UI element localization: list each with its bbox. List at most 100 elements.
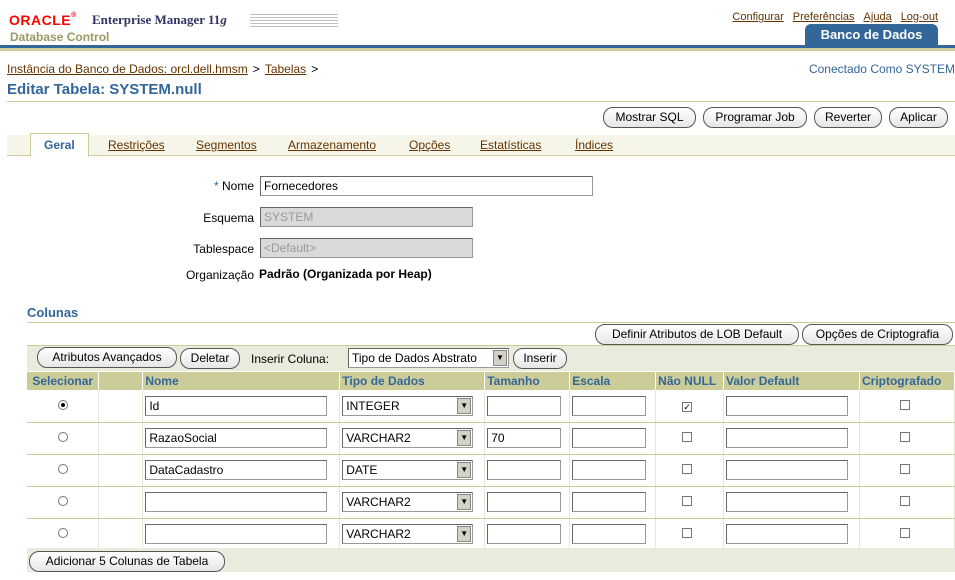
default-value-input[interactable] [726, 460, 849, 480]
encrypted-checkbox[interactable] [899, 432, 910, 442]
encryption-options-button[interactable]: Opções de Criptografia [802, 324, 953, 345]
not-null-cell [655, 486, 725, 519]
logout-link[interactable]: Log-out [901, 11, 938, 23]
col-default: Valor Default [723, 372, 860, 390]
default-cell [723, 390, 860, 423]
scale-cell [569, 518, 657, 551]
not-null-checkbox[interactable] [682, 432, 693, 442]
row-select-radio[interactable] [57, 464, 68, 474]
row-select-radio[interactable] [57, 432, 68, 442]
advanced-attributes-button[interactable]: Atributos Avançados [37, 347, 177, 368]
type-cell: DATE ▼ [339, 454, 486, 487]
encrypted-checkbox[interactable] [899, 464, 910, 474]
delete-button[interactable]: Deletar [180, 348, 240, 369]
datatype-select[interactable]: VARCHAR2 ▼ [342, 524, 474, 544]
scale-input[interactable] [572, 428, 647, 448]
tab-general[interactable]: Geral [30, 133, 89, 157]
datatype-select[interactable]: VARCHAR2 ▼ [342, 492, 474, 512]
default-value-input[interactable] [726, 492, 849, 512]
col-encrypted: Criptografado [859, 372, 955, 390]
encrypted-cell [859, 518, 955, 551]
not-null-checkbox[interactable]: ✓ [682, 401, 693, 412]
col-scale: Escala [569, 372, 657, 390]
blank-cell [98, 518, 144, 551]
tab-segments[interactable]: Segmentos [196, 138, 257, 152]
column-name-input[interactable] [145, 524, 328, 544]
not-null-checkbox[interactable] [682, 528, 693, 538]
datatype-select[interactable]: DATE ▼ [342, 460, 474, 480]
product-subtitle: Database Control [10, 30, 110, 44]
size-cell: 70 [484, 422, 571, 455]
column-name-input[interactable] [145, 492, 328, 512]
size-input[interactable] [487, 492, 562, 512]
encrypted-checkbox[interactable] [899, 399, 910, 410]
show-sql-button[interactable]: Mostrar SQL [603, 107, 696, 128]
encrypted-cell [859, 486, 955, 519]
default-value-input[interactable] [726, 428, 849, 448]
revert-button[interactable]: Reverter [814, 107, 882, 128]
select-cell [27, 390, 100, 423]
chevron-down-icon: ▼ [457, 397, 472, 414]
table-header-row: Selecionar Nome Tipo de Dados Tamanho Es… [27, 372, 955, 390]
tablespace-label: Tablespace [193, 242, 254, 256]
scale-input[interactable] [572, 395, 647, 416]
table-row: Id INTEGER ▼ ✓ [27, 390, 955, 423]
chevron-down-icon: ▼ [457, 494, 472, 510]
row-select-radio[interactable] [57, 399, 68, 410]
blank-cell [98, 486, 144, 519]
apply-button[interactable]: Aplicar [889, 107, 948, 128]
size-input[interactable] [487, 460, 562, 480]
schema-label: Esquema [203, 211, 254, 225]
tab-storage[interactable]: Armazenamento [288, 138, 376, 152]
encrypted-checkbox[interactable] [899, 528, 910, 538]
column-name-input[interactable]: Id [145, 395, 328, 416]
size-input[interactable]: 70 [487, 428, 562, 448]
scale-cell [569, 486, 657, 519]
add-columns-button[interactable]: Adicionar 5 Colunas de Tabela [29, 551, 225, 572]
columns-divider [27, 322, 955, 323]
connected-as: Conectado Como SYSTEM [808, 62, 955, 76]
encrypted-checkbox[interactable] [899, 496, 910, 506]
schedule-job-button[interactable]: Programar Job [703, 107, 807, 128]
preferences-link[interactable]: Preferências [793, 11, 855, 23]
datatype-select[interactable]: VARCHAR2 ▼ [342, 428, 474, 448]
not-null-checkbox[interactable] [682, 496, 693, 506]
column-name-input[interactable]: DataCadastro [145, 460, 328, 480]
chevron-down-icon: ▼ [457, 526, 472, 542]
scale-input[interactable] [572, 460, 647, 480]
organization-value: Padrão (Organizada por Heap) [259, 267, 432, 281]
default-value-input[interactable] [726, 524, 849, 544]
default-value-input[interactable] [726, 395, 849, 416]
size-input[interactable] [487, 395, 562, 416]
insert-button[interactable]: Inserir [513, 348, 567, 369]
row-select-radio[interactable] [57, 496, 68, 506]
scale-input[interactable] [572, 492, 647, 512]
scale-cell [569, 422, 657, 455]
col-datatype: Tipo de Dados [339, 372, 486, 390]
title-divider [7, 101, 955, 102]
page-title: Editar Tabela: SYSTEM.null [7, 81, 202, 98]
insert-type-select[interactable]: Tipo de Dados Abstrato ▼ [348, 348, 509, 368]
column-name-input[interactable]: RazaoSocial [145, 428, 328, 448]
tab-database[interactable]: Banco de Dados [805, 24, 938, 46]
tab-statistics[interactable]: Estatísticas [480, 138, 541, 152]
table-row: VARCHAR2 ▼ [27, 518, 955, 551]
scale-input[interactable] [572, 524, 647, 544]
tab-indexes[interactable]: Índices [575, 138, 613, 152]
breadcrumb-tables-link[interactable]: Tabelas [265, 62, 306, 76]
help-link[interactable]: Ajuda [864, 11, 892, 23]
name-cell: RazaoSocial [142, 422, 341, 455]
size-input[interactable] [487, 524, 562, 544]
default-cell [723, 486, 860, 519]
configure-link[interactable]: Configurar [732, 11, 783, 23]
not-null-checkbox[interactable] [682, 464, 693, 474]
col-blank [98, 372, 144, 390]
tab-options[interactable]: Opções [409, 138, 450, 152]
tab-constraints[interactable]: Restrições [108, 138, 165, 152]
size-cell [484, 454, 571, 487]
lob-defaults-button[interactable]: Definir Atributos de LOB Default [595, 324, 799, 345]
table-name-input[interactable]: Fornecedores [260, 176, 593, 196]
datatype-select[interactable]: INTEGER ▼ [342, 395, 474, 416]
row-select-radio[interactable] [57, 528, 68, 538]
breadcrumb-instance-link[interactable]: Instância do Banco de Dados: orcl.dell.h… [7, 62, 248, 76]
